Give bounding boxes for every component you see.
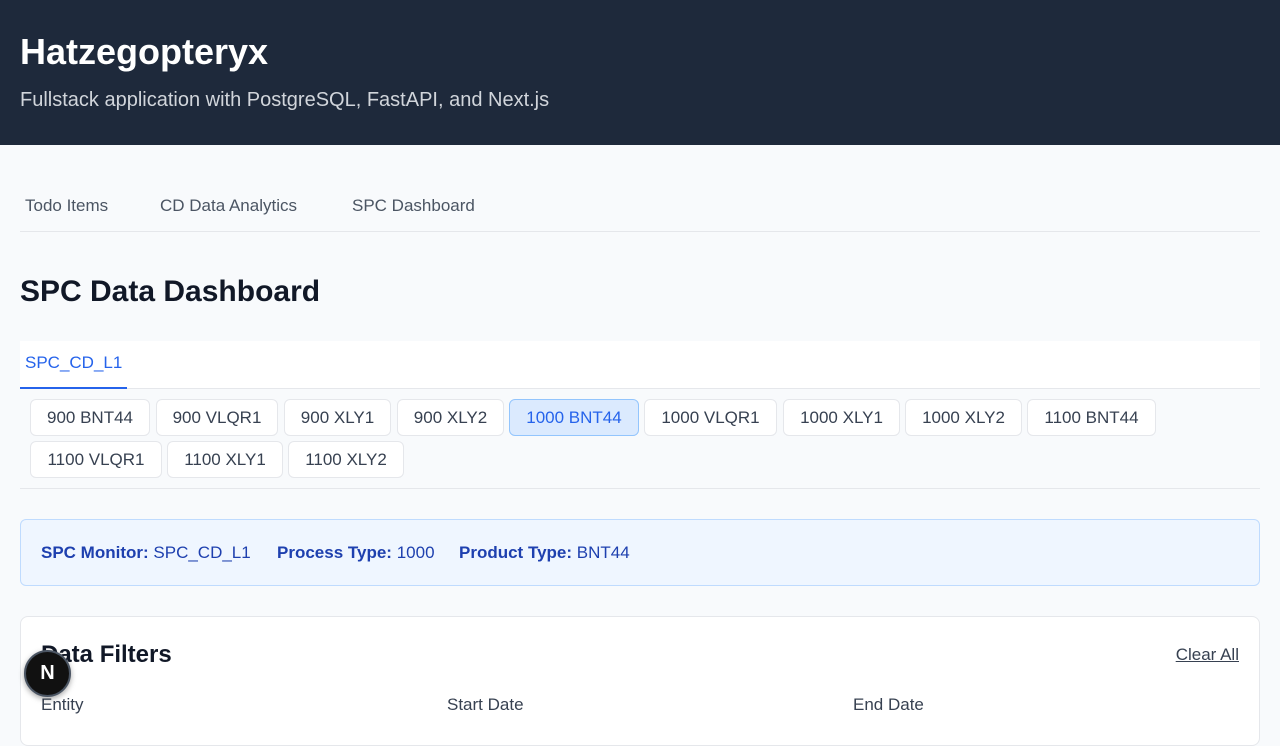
nav-spc-dashboard[interactable]: SPC Dashboard: [352, 196, 475, 216]
product-type-value: BNT44: [576, 543, 630, 562]
chip-1100-xly2[interactable]: 1100 XLY2: [288, 441, 404, 478]
main-nav: Todo Items CD Data Analytics SPC Dashboa…: [20, 182, 1260, 232]
chip-900-xly2[interactable]: 900 XLY2: [397, 399, 504, 436]
chip-1100-vlqr1[interactable]: 1100 VLQR1: [30, 441, 162, 478]
chip-900-bnt44[interactable]: 900 BNT44: [30, 399, 150, 436]
product-type-info: Product Type: BNT44: [459, 543, 630, 563]
page-title: SPC Data Dashboard: [20, 275, 321, 308]
data-filters-card: Data Filters Clear All Entity Start Date…: [20, 616, 1260, 746]
chip-1000-xly1[interactable]: 1000 XLY1: [783, 399, 900, 436]
nav-cd-data-analytics[interactable]: CD Data Analytics: [160, 196, 297, 216]
spc-monitor-label: SPC Monitor:: [41, 543, 149, 562]
app-title: Hatzegopteryx: [20, 31, 269, 72]
chip-1100-bnt44[interactable]: 1100 BNT44: [1027, 399, 1156, 436]
tab-spc-cd-l1[interactable]: SPC_CD_L1: [20, 341, 128, 389]
end-date-filter-label: End Date: [853, 695, 924, 714]
app-subtitle: Fullstack application with PostgreSQL, F…: [20, 89, 550, 111]
start-date-filter-label: Start Date: [447, 695, 524, 714]
spc-monitor-info: SPC Monitor: SPC_CD_L1: [41, 543, 251, 563]
clear-all-button[interactable]: Clear All: [1176, 645, 1239, 665]
nav-todo-items[interactable]: Todo Items: [25, 196, 108, 216]
process-type-info: Process Type: 1000: [277, 543, 435, 563]
chip-900-xly1[interactable]: 900 XLY1: [284, 399, 391, 436]
chip-1000-xly2[interactable]: 1000 XLY2: [905, 399, 1022, 436]
nextjs-dev-badge-icon[interactable]: N: [24, 650, 71, 697]
entity-filter-label: Entity: [41, 695, 84, 714]
chip-1000-vlqr1[interactable]: 1000 VLQR1: [644, 399, 777, 436]
product-type-label: Product Type:: [459, 543, 573, 562]
process-type-value: 1000: [396, 543, 435, 562]
chip-1100-xly1[interactable]: 1100 XLY1: [167, 441, 283, 478]
chip-1000-bnt44[interactable]: 1000 BNT44: [509, 399, 639, 436]
selection-info-panel: SPC Monitor: SPC_CD_L1 Process Type: 100…: [20, 519, 1260, 586]
monitor-tabs: SPC_CD_L1: [20, 341, 1260, 389]
chip-900-vlqr1[interactable]: 900 VLQR1: [156, 399, 278, 436]
app-header: Hatzegopteryx Fullstack application with…: [0, 0, 1280, 145]
nextjs-logo-letter: N: [40, 662, 55, 684]
process-product-chips: 900 BNT44 900 VLQR1 900 XLY1 900 XLY2 10…: [20, 389, 1260, 489]
spc-monitor-value: SPC_CD_L1: [153, 543, 251, 562]
process-type-label: Process Type:: [277, 543, 392, 562]
